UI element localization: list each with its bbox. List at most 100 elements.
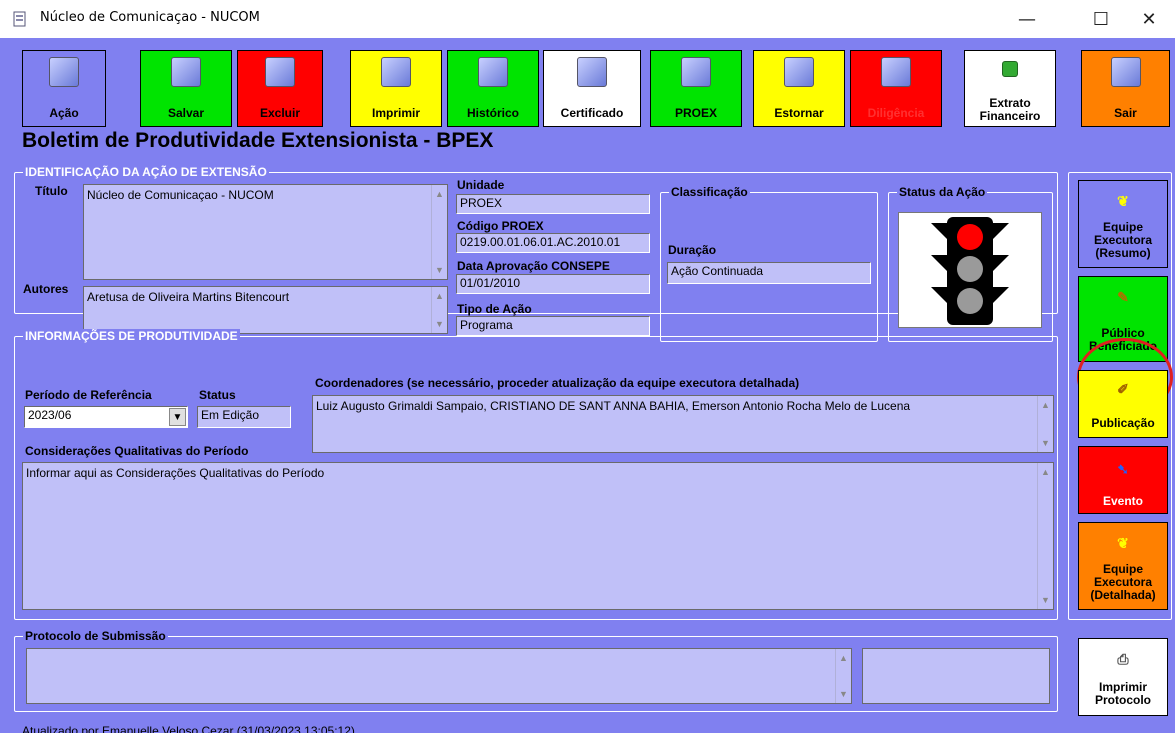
status-acao-caption: Status da Ação	[897, 185, 988, 199]
acao-label: Ação	[49, 106, 79, 120]
equipe-detalhada-button[interactable]: ❦ Equipe Executora (Detalhada)	[1078, 522, 1168, 610]
delete-icon	[265, 57, 295, 87]
titulo-label: Título	[35, 184, 68, 198]
diligencia-button[interactable]: Diligência	[850, 50, 942, 127]
consideracoes-scrollbar[interactable]: ▲ ▼	[1037, 463, 1053, 609]
autores-field[interactable]: Aretusa de Oliveira Martins Bitencourt ▲ ▼	[83, 286, 448, 334]
autores-scrollbar[interactable]: ▲ ▼	[431, 287, 447, 333]
extrato-financeiro-button[interactable]: Extrato Financeiro	[964, 50, 1056, 127]
tipo-acao-label: Tipo de Ação	[457, 302, 532, 316]
data-aprovacao-field[interactable]: 01/01/2010	[456, 274, 650, 294]
status-label: Status	[199, 388, 236, 402]
protocolo-side-field[interactable]	[862, 648, 1050, 704]
produtividade-caption: INFORMAÇÕES DE PRODUTIVIDADE	[23, 329, 240, 343]
equipe-resumo-line3: (Resumo)	[1095, 246, 1151, 260]
imprimir-button[interactable]: Imprimir	[350, 50, 442, 127]
proex-label: PROEX	[674, 106, 717, 120]
consideracoes-label: Considerações Qualitativas do Período	[25, 444, 249, 458]
imprimir-protocolo-label: Imprimir Protocolo	[1079, 681, 1167, 707]
maximize-button[interactable]: ☐	[1078, 6, 1124, 34]
titulo-value: Núcleo de Comunicaçao - NUCOM	[87, 188, 274, 202]
coordenadores-label: Coordenadores (se necessário, proceder a…	[315, 376, 800, 390]
traffic-light-icon	[931, 217, 1009, 325]
diligencia-label: Diligência	[867, 106, 925, 120]
close-button[interactable]: ✕	[1126, 6, 1172, 34]
publicacao-button[interactable]: ✐ Publicação	[1078, 370, 1168, 438]
codigo-label: Código PROEX	[457, 219, 544, 233]
arrow-down-icon	[784, 57, 814, 87]
proex-button[interactable]: PROEX	[650, 50, 742, 127]
sair-button[interactable]: Sair	[1081, 50, 1170, 127]
identificacao-caption: IDENTIFICAÇÃO DA AÇÃO DE EXTENSÃO	[23, 165, 269, 179]
titulo-scrollbar[interactable]: ▲ ▼	[431, 185, 447, 279]
history-icon	[478, 57, 508, 87]
publication-icon: ✐	[1117, 381, 1129, 397]
imprimir-protocolo-button[interactable]: ⎙ Imprimir Protocolo	[1078, 638, 1168, 716]
team-icon: ❦	[1117, 193, 1129, 209]
protocolo-scrollbar[interactable]: ▲ ▼	[835, 649, 851, 703]
equipe-detalhada-line2: Executora	[1093, 575, 1153, 589]
data-aprovacao-label: Data Aprovação CONSEPE	[457, 259, 610, 273]
coordenadores-value: Luiz Augusto Grimaldi Sampaio, CRISTIANO…	[316, 399, 911, 413]
magnifier-icon	[881, 57, 911, 87]
imprimir-label: Imprimir	[371, 106, 420, 120]
coordenadores-scrollbar[interactable]: ▲ ▼	[1037, 396, 1053, 452]
periodo-select[interactable]: 2023/06	[24, 406, 188, 428]
team-detail-icon: ❦	[1117, 535, 1129, 551]
equipe-detalhada-line3: (Detalhada)	[1090, 588, 1156, 602]
tipo-acao-field[interactable]: Programa	[456, 316, 650, 336]
coordenadores-field[interactable]: Luiz Augusto Grimaldi Sampaio, CRISTIANO…	[312, 395, 1054, 453]
excluir-label: Excluir	[259, 106, 301, 120]
equipe-resumo-label: Equipe Executora (Resumo)	[1079, 221, 1167, 260]
certificado-label: Certificado	[560, 106, 624, 120]
evento-label: Evento	[1102, 494, 1143, 508]
salvar-button[interactable]: Salvar	[140, 50, 232, 127]
minimize-button[interactable]: —	[1004, 6, 1050, 34]
status-line: Atualizado por Emanuelle Veloso Cezar (3…	[22, 724, 355, 733]
chevron-down-icon[interactable]: ▼	[169, 408, 186, 426]
extrato-label-line1: Extrato	[989, 96, 1031, 110]
money-icon	[1002, 61, 1018, 77]
salvar-label: Salvar	[167, 106, 205, 120]
consideracoes-value: Informar aqui as Considerações Qualitati…	[26, 466, 325, 480]
person-icon: ✎	[1117, 289, 1129, 305]
duracao-label: Duração	[668, 243, 717, 257]
imprimir-protocolo-line2: Protocolo	[1095, 693, 1151, 707]
consideracoes-field[interactable]: Informar aqui as Considerações Qualitati…	[22, 462, 1054, 610]
excluir-button[interactable]: Excluir	[237, 50, 323, 127]
printer-icon: ⎙	[1117, 651, 1129, 667]
historico-button[interactable]: Histórico	[447, 50, 539, 127]
extrato-label: Extrato Financeiro	[965, 97, 1055, 123]
protocolo-field[interactable]: ▲ ▼	[26, 648, 852, 704]
codigo-field[interactable]: 0219.00.01.06.01.AC.2010.01	[456, 233, 650, 253]
duracao-field[interactable]: Ação Continuada	[667, 262, 871, 284]
extrato-label-line2: Financeiro	[979, 109, 1041, 123]
print-icon	[381, 57, 411, 87]
acao-button[interactable]: Ação	[22, 50, 106, 127]
imprimir-protocolo-line1: Imprimir	[1098, 680, 1147, 694]
equipe-detalhada-label: Equipe Executora (Detalhada)	[1079, 563, 1167, 602]
periodo-value: 2023/06	[28, 408, 72, 422]
equipe-resumo-button[interactable]: ❦ Equipe Executora (Resumo)	[1078, 180, 1168, 268]
equipe-resumo-line1: Equipe	[1102, 220, 1143, 234]
periodo-label: Período de Referência	[25, 388, 152, 402]
search-icon	[49, 57, 79, 87]
autores-value: Aretusa de Oliveira Martins Bitencourt	[87, 290, 290, 304]
certificate-icon	[577, 57, 607, 87]
certificado-button[interactable]: Certificado	[543, 50, 641, 127]
app-icon	[13, 11, 26, 27]
protocolo-caption: Protocolo de Submissão	[23, 629, 168, 643]
publicacao-label: Publicação	[1091, 416, 1155, 430]
status-field: Em Edição	[197, 406, 291, 428]
equipe-detalhada-line1: Equipe	[1102, 562, 1143, 576]
evento-button[interactable]: ➷ Evento	[1078, 446, 1168, 514]
unidade-label: Unidade	[457, 178, 505, 192]
estornar-button[interactable]: Estornar	[753, 50, 845, 127]
unidade-field[interactable]: PROEX	[456, 194, 650, 214]
event-icon: ➷	[1117, 461, 1129, 477]
page-title: Boletim de Produtividade Extensionista -…	[22, 129, 494, 152]
classificacao-caption: Classificação	[669, 185, 750, 199]
titulo-field[interactable]: Núcleo de Comunicaçao - NUCOM ▲ ▼	[83, 184, 448, 280]
estornar-label: Estornar	[774, 106, 824, 120]
historico-label: Histórico	[466, 106, 519, 120]
